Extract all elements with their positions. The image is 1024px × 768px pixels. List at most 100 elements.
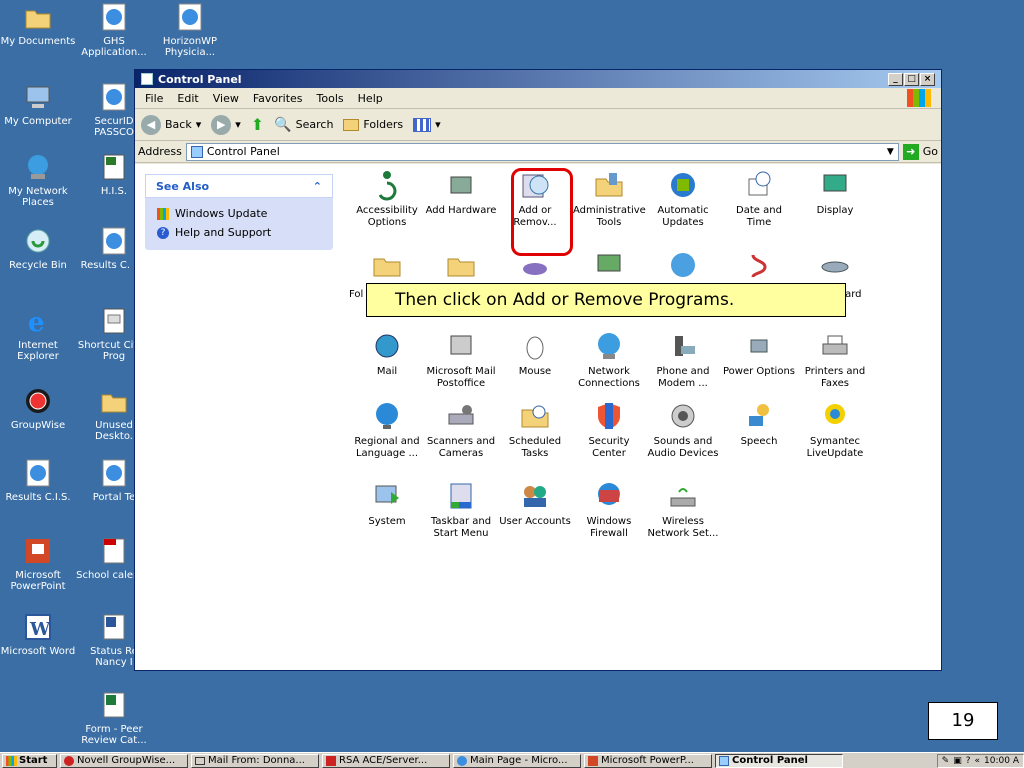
cp-speech[interactable]: Speech [723, 400, 795, 448]
cp-security-center[interactable]: Security Center [573, 400, 645, 460]
tray-icon[interactable]: ? [966, 756, 971, 766]
forward-button[interactable]: ▶ ▾ [211, 114, 241, 135]
scanner-icon [448, 405, 474, 425]
cp-network-connections[interactable]: Network Connections [573, 330, 645, 390]
cp-folder-options[interactable]: Fol [349, 249, 423, 300]
cp-power-options[interactable]: Power Options [723, 330, 795, 378]
tray-icon[interactable]: ✎ [942, 756, 950, 766]
address-input[interactable]: Control Panel ▼ [185, 142, 899, 161]
menu-help[interactable]: Help [358, 92, 383, 105]
desktop-icon-powerpoint[interactable]: Microsoft PowerPoint [0, 536, 76, 592]
clock[interactable]: 10:00 A [984, 756, 1019, 766]
task-mail[interactable]: Mail From: Donna... [191, 753, 319, 768]
desktop-icon-ghs[interactable]: GHS Application... [76, 2, 152, 58]
cp-mail[interactable]: Mail [351, 330, 423, 378]
cp-scanners-and-cameras[interactable]: Scanners and Cameras [425, 400, 497, 460]
desktop-icon-recycle-bin[interactable]: Recycle Bin [0, 226, 76, 271]
cp-keyboard[interactable]: oard [799, 249, 871, 300]
go-button[interactable]: ➜ Go [902, 143, 938, 160]
search-button[interactable]: 🔍 Search [274, 117, 333, 133]
desktop-icon-groupwise[interactable]: GroupWise [0, 386, 76, 431]
desktop-icon-my-computer[interactable]: My Computer [0, 82, 76, 127]
desktop-icon-peer-review-form[interactable]: Form - Peer Review Cat... [76, 690, 152, 746]
folders-button[interactable]: Folders [343, 118, 403, 131]
windows-update-link[interactable]: Windows Update [145, 204, 333, 223]
menu-file[interactable]: File [145, 92, 163, 105]
menu-tools[interactable]: Tools [317, 92, 344, 105]
cp-windows-firewall[interactable]: Windows Firewall [573, 480, 645, 540]
ie-icon [457, 755, 467, 766]
control-panel-window[interactable]: Control Panel _ □ × File Edit View Favor… [134, 69, 942, 671]
task-rsa[interactable]: RSA ACE/Server... [322, 753, 450, 768]
cp-add-hardware[interactable]: Add Hardware [425, 169, 497, 217]
accessibility-icon [378, 171, 397, 201]
task-powerpoint[interactable]: Microsoft PowerP... [584, 753, 712, 768]
back-button[interactable]: ◀ Back ▾ [141, 114, 201, 135]
cp-date-and-time[interactable]: Date and Time [723, 169, 795, 229]
excel-icon [103, 692, 125, 718]
mouse-icon [526, 336, 544, 360]
cp-accessibility-options[interactable]: Accessibility Options [351, 169, 423, 229]
cp-microsoft-mail-postoffice[interactable]: Microsoft Mail Postoffice [425, 330, 497, 390]
task-control-panel[interactable]: Control Panel [715, 753, 843, 768]
help-and-support-link[interactable]: ? Help and Support [145, 223, 333, 242]
menu-view[interactable]: View [213, 92, 239, 105]
powerpoint-icon [26, 539, 50, 563]
close-button[interactable]: × [920, 72, 935, 86]
cp-regional-and-language[interactable]: Regional and Language ... [351, 400, 423, 460]
cp-automatic-updates[interactable]: Automatic Updates [647, 169, 719, 229]
back-arrow-icon: ◀ [141, 114, 161, 135]
slide-number: 19 [928, 702, 998, 740]
ie-shortcut-icon [26, 459, 50, 487]
up-folder-icon[interactable]: ⬆ [251, 115, 264, 134]
keyboard-icon [751, 254, 767, 278]
cp-mouse[interactable]: Mouse [499, 330, 571, 378]
ie-shortcut-icon [102, 83, 126, 111]
tray-icon[interactable]: ▣ [953, 756, 962, 766]
cp-taskbar-and-start-menu[interactable]: Taskbar and Start Menu [425, 480, 497, 540]
desktop-icon-horizonwp[interactable]: HorizonWP Physicia... [152, 2, 228, 58]
cp-printers-and-faxes[interactable]: Printers and Faxes [799, 330, 871, 390]
cp-row2-item-2[interactable] [425, 249, 497, 285]
desktop-icon-word[interactable]: W Microsoft Word [0, 612, 76, 657]
word-icon: W [25, 614, 51, 640]
desktop-icon-internet-explorer[interactable]: e Internet Explorer [0, 306, 76, 362]
cp-row2-item-5[interactable] [647, 249, 719, 285]
cp-wireless-network-setup[interactable]: Wireless Network Set... [647, 480, 719, 540]
powerpoint-icon [588, 755, 598, 766]
minimize-button[interactable]: _ [888, 72, 903, 86]
cp-symantec-liveupdate[interactable]: Symantec LiveUpdate [799, 400, 871, 460]
cp-row2-item-6[interactable] [723, 249, 795, 285]
menu-favorites[interactable]: Favorites [253, 92, 303, 105]
ie-shortcut-icon [102, 459, 126, 487]
cp-phone-and-modem[interactable]: Phone and Modem ... [647, 330, 719, 390]
task-groupwise[interactable]: Novell GroupWise... [60, 753, 188, 768]
tray-icon[interactable]: « [975, 756, 981, 766]
task-main-page[interactable]: Main Page - Micro... [453, 753, 581, 768]
ie-shortcut-icon [178, 3, 202, 31]
address-value: Control Panel [206, 145, 280, 158]
views-button[interactable]: ▾ [413, 117, 441, 132]
address-dropdown-icon[interactable]: ▼ [887, 147, 894, 157]
network-icon [28, 155, 48, 179]
menu-edit[interactable]: Edit [177, 92, 198, 105]
cp-system[interactable]: System [351, 480, 423, 528]
help-icon: ? [157, 226, 169, 239]
cp-row2-item-4[interactable] [573, 249, 645, 285]
desktop-icon-results-cis[interactable]: Results C.I.S. [0, 458, 76, 503]
desktop-icon-my-network-places[interactable]: My Network Places [0, 152, 76, 208]
cp-scheduled-tasks[interactable]: Scheduled Tasks [499, 400, 571, 460]
speaker-icon [671, 404, 695, 428]
title-bar[interactable]: Control Panel _ □ × [135, 70, 941, 88]
see-also-header[interactable]: See Also ⌃ [145, 174, 333, 198]
internet-options-icon [597, 254, 621, 272]
desktop-icon-my-documents[interactable]: My Documents [0, 2, 76, 47]
start-button[interactable]: Start [2, 753, 57, 768]
maximize-button[interactable]: □ [904, 72, 919, 86]
cp-display[interactable]: Display [799, 169, 871, 217]
collapse-icon[interactable]: ⌃ [313, 180, 322, 193]
cp-sounds-and-audio-devices[interactable]: Sounds and Audio Devices [647, 400, 719, 460]
go-arrow-icon: ➜ [902, 143, 919, 160]
cp-administrative-tools[interactable]: Administrative Tools [573, 169, 646, 229]
cp-user-accounts[interactable]: User Accounts [499, 480, 571, 528]
